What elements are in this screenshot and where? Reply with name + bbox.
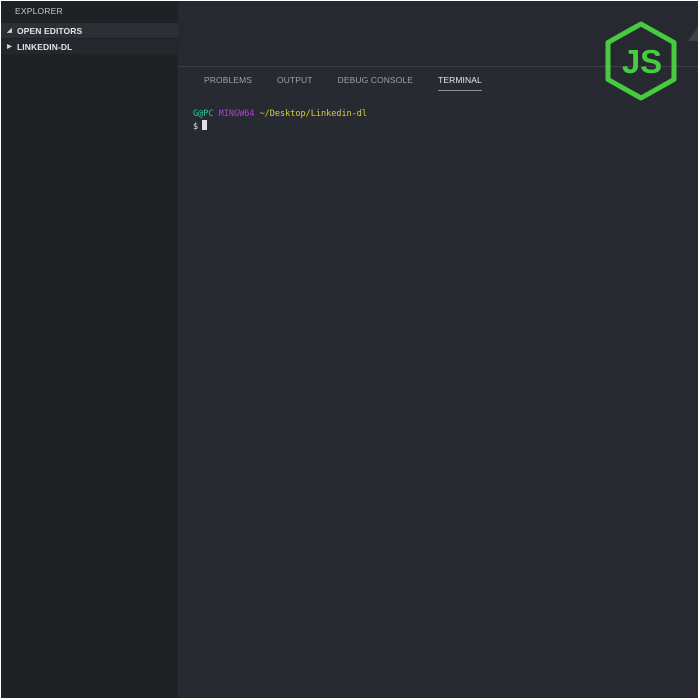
terminal-user-host: G@PC: [193, 109, 214, 119]
terminal-output[interactable]: G@PC MINGW64 ~/Desktop/Linkedin-dl $: [193, 108, 367, 133]
tab-debug-console[interactable]: DEBUG CONSOLE: [338, 75, 413, 91]
section-project-folder[interactable]: ▶ LINKEDIN-DL: [1, 39, 178, 54]
caret-right-icon: ▶: [7, 44, 12, 50]
tab-problems[interactable]: PROBLEMS: [204, 75, 252, 91]
explorer-title: EXPLORER: [15, 6, 63, 16]
section-label: LINKEDIN-DL: [17, 41, 73, 52]
nodejs-hexagon-icon: JS: [605, 21, 677, 101]
panel-tabs: PROBLEMS OUTPUT DEBUG CONSOLE TERMINAL: [204, 75, 507, 91]
tab-terminal[interactable]: TERMINAL: [438, 75, 482, 91]
terminal-path: ~/Desktop/Linkedin-dl: [259, 109, 368, 119]
logo-text: JS: [622, 43, 662, 80]
tab-output[interactable]: OUTPUT: [277, 75, 313, 91]
section-label: OPEN EDITORS: [17, 25, 83, 36]
explorer-sidebar: EXPLORER ◢ OPEN EDITORS ▶ LINKEDIN-DL: [1, 1, 178, 698]
editor-corner-mark: [688, 27, 698, 41]
section-open-editors[interactable]: ◢ OPEN EDITORS: [1, 23, 178, 38]
caret-down-icon: ◢: [7, 28, 12, 34]
bottom-panel: PROBLEMS OUTPUT DEBUG CONSOLE TERMINAL G…: [178, 67, 698, 698]
app-window: EXPLORER ◢ OPEN EDITORS ▶ LINKEDIN-DL PR…: [1, 1, 698, 698]
terminal-environment: MINGW64: [218, 109, 255, 119]
terminal-prompt: $: [193, 122, 199, 132]
terminal-cursor: [202, 120, 208, 130]
